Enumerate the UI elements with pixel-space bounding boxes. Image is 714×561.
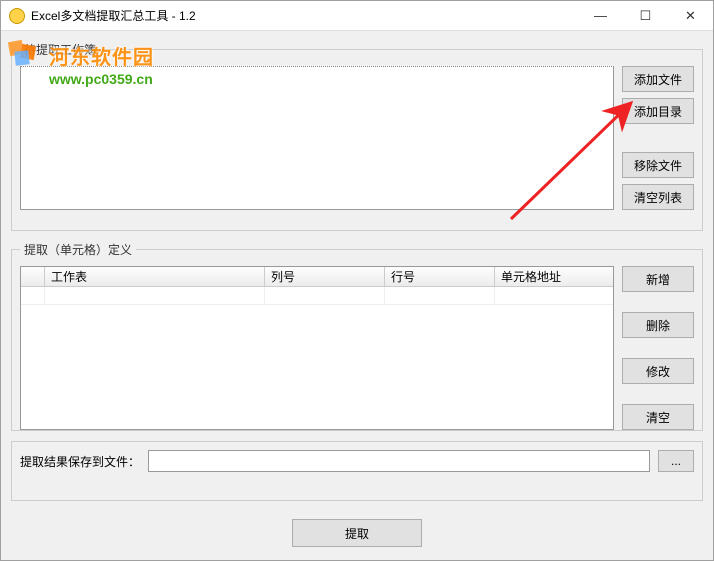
titlebar: Excel多文档提取汇总工具 - 1.2 — ☐ ✕ [1, 1, 713, 31]
maximize-button[interactable]: ☐ [623, 1, 668, 30]
window-controls: — ☐ ✕ [578, 1, 713, 30]
def-clear-button[interactable]: 清空 [622, 404, 694, 430]
output-fieldset: 提取结果保存到文件： ... [11, 441, 703, 501]
workbooks-listbox[interactable] [20, 66, 614, 210]
browse-button[interactable]: ... [658, 450, 694, 472]
table-header: 工作表 列号 行号 单元格地址 [21, 267, 613, 287]
definitions-buttons: 新增 删除 修改 清空 [622, 266, 694, 430]
add-dir-button[interactable]: 添加目录 [622, 98, 694, 124]
minimize-button[interactable]: — [578, 1, 623, 30]
col-address[interactable]: 单元格地址 [495, 267, 613, 286]
add-file-button[interactable]: 添加文件 [622, 66, 694, 92]
table-body [21, 287, 613, 429]
client-area: 河东软件园 www.pc0359.cn 待提取工作簿 添加文件 添加目录 移除文… [1, 31, 713, 560]
def-add-button[interactable]: 新增 [622, 266, 694, 292]
definitions-fieldset: 提取（单元格）定义 工作表 列号 行号 单元格地址 [11, 241, 703, 431]
window-title: Excel多文档提取汇总工具 - 1.2 [31, 7, 578, 24]
app-icon [9, 8, 25, 24]
workbooks-buttons: 添加文件 添加目录 移除文件 清空列表 [622, 66, 694, 210]
col-index [21, 267, 45, 286]
close-button[interactable]: ✕ [668, 1, 713, 30]
bottom-bar: 提取 [11, 511, 703, 549]
workbooks-fieldset: 待提取工作簿 添加文件 添加目录 移除文件 清空列表 [11, 41, 703, 231]
definitions-legend: 提取（单元格）定义 [20, 241, 136, 258]
clear-list-button[interactable]: 清空列表 [622, 184, 694, 210]
output-label: 提取结果保存到文件： [20, 453, 140, 470]
table-row[interactable] [21, 287, 613, 305]
remove-file-button[interactable]: 移除文件 [622, 152, 694, 178]
col-colnum[interactable]: 列号 [265, 267, 385, 286]
def-delete-button[interactable]: 删除 [622, 312, 694, 338]
application-window: Excel多文档提取汇总工具 - 1.2 — ☐ ✕ 河东软件园 www.pc0… [0, 0, 714, 561]
workbooks-legend: 待提取工作簿 [20, 41, 100, 58]
output-path-input[interactable] [148, 450, 650, 472]
def-edit-button[interactable]: 修改 [622, 358, 694, 384]
extract-button[interactable]: 提取 [292, 519, 422, 547]
col-rownum[interactable]: 行号 [385, 267, 495, 286]
col-worksheet[interactable]: 工作表 [45, 267, 265, 286]
definitions-table[interactable]: 工作表 列号 行号 单元格地址 [20, 266, 614, 430]
